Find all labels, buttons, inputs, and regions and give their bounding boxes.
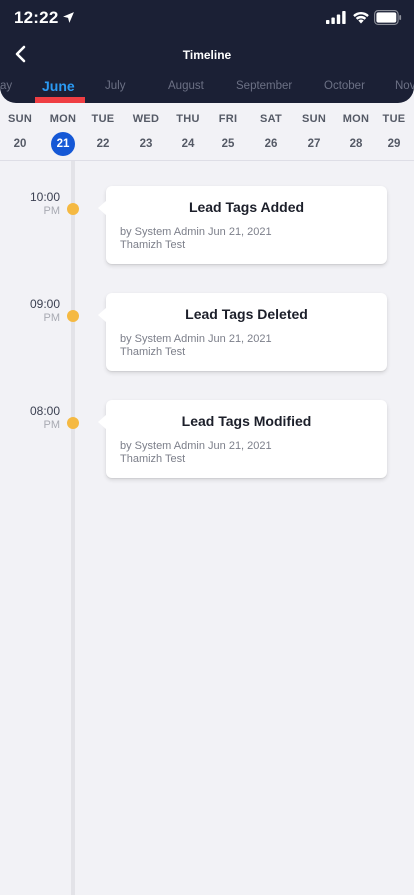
month-tab-september[interactable]: September [236, 80, 292, 92]
cellular-signal-icon [326, 11, 346, 24]
day-name: SUN [7, 113, 33, 125]
event-meta: by System Admin Jun 21, 2021 [120, 226, 272, 238]
calendar-divider [0, 160, 414, 161]
event-title: Lead Tags Deleted [185, 306, 308, 322]
event-time: 09:00 PM [14, 297, 60, 325]
month-tab-june[interactable]: June [42, 78, 75, 94]
day-item-thu-24[interactable]: THU 24 [168, 111, 208, 156]
event-user: Thamizh Test [120, 453, 186, 465]
day-name: SAT [259, 113, 283, 125]
day-name: MON [342, 113, 370, 125]
day-item-sun-27[interactable]: SUN 27 [294, 111, 334, 156]
month-tab-july[interactable]: July [105, 80, 125, 92]
day-item-sat-26[interactable]: SAT 26 [251, 111, 291, 156]
month-tab-october[interactable]: October [324, 80, 365, 92]
day-date: 22 [96, 138, 110, 150]
day-name: THU [176, 113, 200, 125]
day-name: WED [132, 113, 160, 125]
event-time-value: 09:00 [29, 297, 60, 311]
event-time-value: 10:00 [29, 190, 60, 204]
battery-icon [374, 10, 402, 25]
status-time: 12:22 [14, 8, 59, 27]
day-name: TUE [91, 113, 115, 125]
day-item-mon-28[interactable]: MON 28 [336, 111, 376, 156]
event-title: Lead Tags Modified [181, 413, 312, 429]
event-time-value: 08:00 [29, 404, 60, 418]
day-name: FRI [218, 113, 238, 125]
day-date: 20 [13, 138, 27, 150]
day-date: 29 [387, 138, 401, 150]
event-user: Thamizh Test [120, 346, 186, 358]
month-tab-may[interactable]: ay [0, 80, 12, 92]
app-header: 12:22 Timeline ay June July August Septe… [0, 0, 414, 103]
timeline-event-card[interactable]: Lead Tags Modified by System Admin Jun 2… [98, 400, 387, 478]
day-date: 21 [51, 132, 75, 156]
day-date: 25 [221, 138, 235, 150]
day-item-wed-23[interactable]: WED 23 [126, 111, 166, 156]
event-time: 10:00 PM [14, 190, 60, 218]
page-title: Timeline [182, 48, 232, 62]
day-name: SUN [301, 113, 327, 125]
day-date: 26 [264, 138, 278, 150]
day-name: TUE [382, 113, 406, 125]
event-time-period: PM [43, 419, 61, 431]
day-date: 24 [181, 138, 195, 150]
day-item-tue-22[interactable]: TUE 22 [83, 111, 123, 156]
month-tab-november[interactable]: Nov [395, 80, 414, 92]
day-date: 27 [307, 138, 321, 150]
day-date: 28 [349, 138, 363, 150]
day-date: 23 [139, 138, 153, 150]
timeline-event-card[interactable]: Lead Tags Added by System Admin Jun 21, … [98, 186, 387, 264]
active-month-indicator [35, 97, 85, 103]
timeline-event-card[interactable]: Lead Tags Deleted by System Admin Jun 21… [98, 293, 387, 371]
event-time: 08:00 PM [14, 404, 60, 432]
day-item-tue-29[interactable]: TUE 29 [374, 111, 414, 156]
timeline-dot [67, 417, 79, 429]
day-item-sun-20[interactable]: SUN 20 [0, 111, 40, 156]
day-item-mon-21[interactable]: MON 21 [43, 111, 83, 156]
location-arrow-icon [63, 12, 74, 23]
event-title: Lead Tags Added [188, 199, 305, 215]
wifi-icon [353, 11, 369, 24]
event-user: Thamizh Test [120, 239, 186, 251]
day-item-fri-25[interactable]: FRI 25 [208, 111, 248, 156]
timeline-dot [67, 203, 79, 215]
month-tab-august[interactable]: August [168, 80, 204, 92]
timeline-line [71, 161, 75, 895]
day-name: MON [49, 113, 77, 125]
event-meta: by System Admin Jun 21, 2021 [120, 440, 272, 452]
event-meta: by System Admin Jun 21, 2021 [120, 333, 272, 345]
timeline-dot [67, 310, 79, 322]
event-time-period: PM [43, 205, 61, 217]
event-time-period: PM [43, 312, 61, 324]
